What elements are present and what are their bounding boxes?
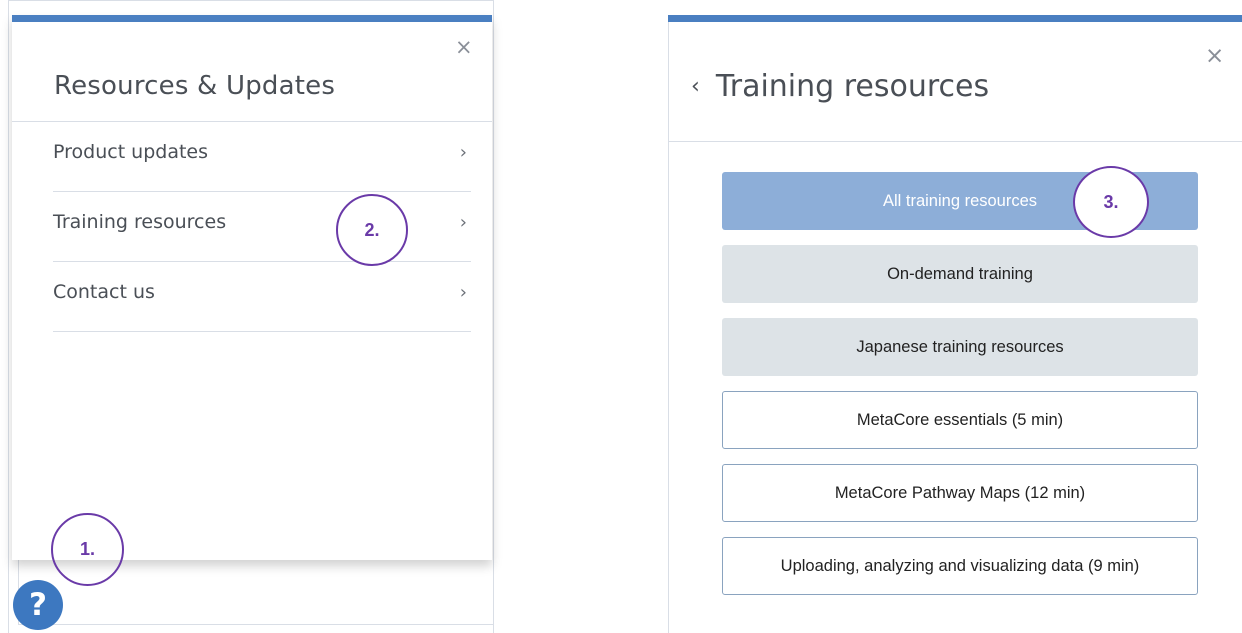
metacore-essentials-button[interactable]: MetaCore essentials (5 min) bbox=[722, 391, 1198, 449]
menu-item-contact-us[interactable]: Contact us › bbox=[53, 262, 471, 332]
training-resources-panel: × ‹ Training resources All training reso… bbox=[668, 15, 1242, 633]
help-divider bbox=[18, 624, 494, 625]
chevron-right-icon: › bbox=[459, 142, 467, 163]
panel-header: ‹ Training resources bbox=[691, 69, 989, 104]
step-badge-2: 2. bbox=[336, 194, 408, 266]
resources-updates-panel: × Resources & Updates Product updates › … bbox=[12, 15, 492, 560]
header-divider bbox=[668, 141, 1242, 142]
screenshot-stage: × Resources & Updates Product updates › … bbox=[0, 0, 1242, 633]
menu-item-label: Product updates bbox=[53, 141, 209, 163]
menu-item-product-updates[interactable]: Product updates › bbox=[53, 122, 471, 192]
close-icon[interactable]: × bbox=[455, 37, 473, 58]
resources-menu: Product updates › Training resources › C… bbox=[53, 122, 471, 332]
close-icon[interactable]: × bbox=[1205, 45, 1224, 68]
back-chevron-icon[interactable]: ‹ bbox=[691, 74, 700, 99]
menu-item-training-resources[interactable]: Training resources › bbox=[53, 192, 471, 262]
step-badge-1: 1. bbox=[51, 513, 124, 586]
training-button-list: All training resources On-demand trainin… bbox=[722, 172, 1198, 610]
chevron-right-icon: › bbox=[459, 282, 467, 303]
panel-title: Training resources bbox=[715, 69, 990, 104]
chevron-right-icon: › bbox=[459, 212, 467, 233]
help-icon[interactable]: ? bbox=[13, 580, 63, 630]
menu-item-label: Contact us bbox=[53, 281, 155, 303]
panel-accent-bar bbox=[668, 15, 1242, 22]
uploading-analyzing-data-button[interactable]: Uploading, analyzing and visualizing dat… bbox=[722, 537, 1198, 595]
metacore-pathway-maps-button[interactable]: MetaCore Pathway Maps (12 min) bbox=[722, 464, 1198, 522]
panel-accent-bar bbox=[12, 15, 492, 22]
on-demand-training-button[interactable]: On-demand training bbox=[722, 245, 1198, 303]
japanese-training-button[interactable]: Japanese training resources bbox=[722, 318, 1198, 376]
panel-title: Resources & Updates bbox=[54, 71, 336, 101]
menu-item-label: Training resources bbox=[53, 211, 227, 233]
step-badge-3: 3. bbox=[1073, 166, 1149, 238]
